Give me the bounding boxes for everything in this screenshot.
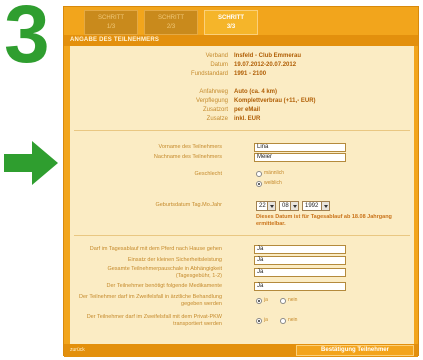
lastname-input[interactable]: Meier	[254, 153, 346, 162]
confirm-participant-button[interactable]: Bestätigung Teilnehmer	[296, 345, 414, 356]
tab-label: SCHRITT	[158, 15, 184, 21]
q5-yes-label: ja	[264, 297, 268, 303]
divider	[74, 235, 410, 236]
chevron-down-icon	[321, 202, 329, 210]
tab-sub: 3/3	[226, 24, 236, 30]
q4-label: Der Teilnehmer benötigt folgende Medikam…	[106, 283, 222, 289]
q1-label: Darf im Tagesablauf mit dem Pferd nach H…	[89, 246, 222, 252]
q1-input[interactable]: Ja	[254, 245, 346, 254]
q5-label: Der Teilnehmer darf im Zweifelsfall in ä…	[79, 294, 222, 307]
birth-month-value: 08	[282, 203, 289, 209]
q5-no-label: nein	[288, 297, 298, 303]
tab-step-3[interactable]: SCHRITT 3/3	[204, 10, 258, 35]
summary-row: Fundstandard 1991 - 2100	[70, 70, 414, 79]
summary-key: Verpflegung	[195, 98, 228, 104]
tab-bar: SCHRITT 1/3 SCHRITT 2/3 SCHRITT 3/3	[64, 7, 418, 35]
q6-no-radio[interactable]	[280, 318, 286, 324]
gender-female-label: weiblich	[264, 180, 282, 186]
form-panel: Verband Insfeld - Club Emmerau Datum 19.…	[70, 46, 414, 344]
back-link[interactable]: zurück	[70, 347, 85, 353]
summary-row: Verpflegung Komplettverbrau (+11,- EUR)	[70, 97, 414, 106]
summary-value: Insfeld - Club Emmerau	[234, 53, 302, 59]
summary-value: 19.07.2012-20.07.2012	[234, 62, 297, 68]
q2-input[interactable]: Ja	[254, 256, 346, 265]
gender-label: Geschlecht	[194, 171, 222, 177]
summary-key: Verband	[205, 53, 228, 59]
summary-row: Anfahrweg Auto (ca. 4 km)	[70, 88, 414, 97]
chevron-down-icon	[290, 202, 298, 210]
q6-yes-radio[interactable]	[256, 318, 262, 324]
divider	[74, 130, 410, 131]
tab-label: SCHRITT	[218, 15, 244, 21]
tab-sub: 1/3	[106, 24, 116, 30]
birthdate-hint: Dieses Datum ist für Tagesablauf ab 18.0…	[256, 214, 392, 227]
q3-input[interactable]: Ja	[254, 268, 346, 277]
summary-key: Anfahrweg	[199, 89, 228, 95]
birth-year-value: 1992	[305, 203, 319, 209]
summary-key: Zusatze	[206, 116, 228, 122]
birth-month-select[interactable]: 08	[279, 201, 299, 211]
tab-step-1[interactable]: SCHRITT 1/3	[84, 10, 138, 35]
summary-row: Datum 19.07.2012-20.07.2012	[70, 61, 414, 70]
gender-female-radio[interactable]	[256, 181, 262, 187]
birth-day-value: 22	[259, 203, 266, 209]
q4-input[interactable]: Ja	[254, 282, 346, 291]
q2-label: Einsatz der kleinen Sicherheitsleistung	[127, 257, 222, 263]
tab-sub: 2/3	[166, 24, 176, 30]
summary-row: Zusatzort per eMail	[70, 106, 414, 115]
birth-day-select[interactable]: 22	[256, 201, 276, 211]
birth-year-select[interactable]: 1992	[302, 201, 330, 211]
q3-label: Gesamte Teilnehmerpauschale in Abhängigk…	[107, 266, 222, 279]
tab-label: SCHRITT	[98, 15, 124, 21]
registration-window: SCHRITT 1/3 SCHRITT 2/3 SCHRITT 3/3 ANGA…	[63, 6, 419, 357]
summary-key: Zusatzort	[202, 107, 228, 113]
arrow-right-icon	[4, 141, 58, 185]
summary-value: per eMail	[234, 107, 261, 113]
tab-step-2[interactable]: SCHRITT 2/3	[144, 10, 198, 35]
firstname-input[interactable]: Lina	[254, 143, 346, 152]
birthdate-label: Geburtsdatum Tag.Mo.Jahr	[155, 202, 222, 208]
firstname-label: Vorname des Teilnehmers	[158, 144, 223, 150]
q5-no-radio[interactable]	[280, 298, 286, 304]
step-number: 3	[4, 0, 50, 80]
summary-row: Verband Insfeld - Club Emmerau	[70, 52, 414, 61]
summary-key: Fundstandard	[190, 71, 228, 77]
q6-label: Der Teilnehmer darf im Zweifelsfall mit …	[86, 314, 222, 327]
summary-value: inkl. EUR	[234, 116, 261, 122]
summary-key: Datum	[210, 62, 228, 68]
q5-yes-radio[interactable]	[256, 298, 262, 304]
gender-male-radio[interactable]	[256, 171, 262, 177]
summary-value: Auto (ca. 4 km)	[234, 89, 278, 95]
gender-male-label: männlich	[264, 170, 285, 176]
lastname-label: Nachname des Teilnehmers	[153, 154, 222, 160]
summary-row: Zusatze inkl. EUR	[70, 115, 414, 124]
summary-value: Komplettverbrau (+11,- EUR)	[234, 98, 316, 104]
footer-bar: zurück Bestätigung Teilnehmer	[64, 344, 418, 357]
q6-yes-label: ja	[264, 317, 268, 323]
section-title: ANGABE DES TEILNEHMERS	[64, 35, 418, 46]
summary-value: 1991 - 2100	[234, 71, 267, 77]
chevron-down-icon	[267, 202, 275, 210]
q6-no-label: nein	[288, 317, 298, 323]
